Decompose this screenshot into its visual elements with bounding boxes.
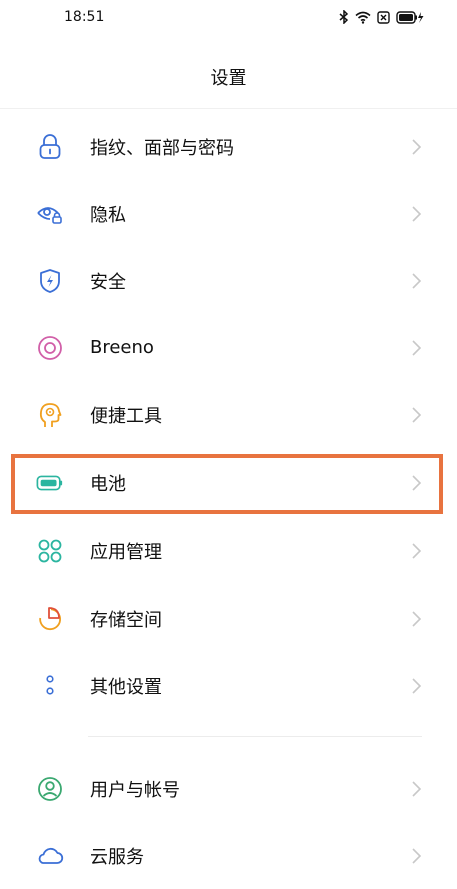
settings-item-security-password[interactable]: 指纹、面部与密码 (0, 113, 457, 180)
highlight-box (11, 454, 443, 514)
sim-x-icon (377, 10, 390, 24)
page-title: 设置 (210, 68, 247, 89)
settings-item-label: 用户与帐号 (90, 779, 180, 801)
settings-item-label: 其他设置 (90, 676, 162, 698)
status-time: 18:51 (64, 9, 105, 25)
cloud-icon (36, 842, 64, 870)
settings-item-label: 安全 (90, 271, 126, 293)
settings-item-label: 隐私 (90, 204, 126, 226)
settings-item-label: 存储空间 (90, 609, 162, 631)
settings-item-label: 指纹、面部与密码 (90, 137, 234, 159)
chevron-right-icon (410, 610, 422, 628)
lock-icon (36, 133, 64, 161)
settings-item-users-accounts[interactable]: 用户与帐号 (0, 755, 457, 822)
settings-item-label: Breeno (90, 337, 154, 358)
chevron-right-icon (410, 339, 422, 357)
shield-icon (36, 267, 64, 295)
chevron-right-icon (410, 542, 422, 560)
apps-icon (36, 537, 64, 565)
settings-item-privacy[interactable]: 隐私 (0, 180, 457, 247)
settings-item-convenience-tools[interactable]: 便捷工具 (0, 381, 457, 448)
settings-item-breeno[interactable]: Breeno (0, 314, 457, 381)
breeno-icon (36, 334, 64, 362)
status-bar: 18:51 (0, 0, 457, 36)
bluetooth-icon (339, 10, 349, 24)
privacy-eye-icon (36, 200, 64, 228)
settings-item-label: 云服务 (90, 846, 144, 868)
wifi-icon (355, 11, 371, 24)
chevron-right-icon (410, 138, 422, 156)
chevron-right-icon (410, 205, 422, 223)
battery-charging-icon (396, 10, 424, 24)
settings-item-other[interactable]: 其他设置 (0, 652, 457, 719)
chevron-right-icon (410, 406, 422, 424)
chevron-right-icon (410, 847, 422, 865)
storage-pie-icon (36, 605, 64, 633)
settings-item-storage[interactable]: 存储空间 (0, 585, 457, 652)
settings-item-app-management[interactable]: 应用管理 (0, 517, 457, 584)
settings-item-safety[interactable]: 安全 (0, 247, 457, 314)
more-dots-icon (36, 672, 64, 700)
section-divider (88, 736, 422, 737)
status-icons (339, 10, 424, 24)
settings-item-label: 便捷工具 (90, 405, 162, 427)
chevron-right-icon (410, 780, 422, 798)
chevron-right-icon (410, 677, 422, 695)
tools-head-icon (36, 401, 64, 429)
settings-item-label: 应用管理 (90, 541, 162, 563)
settings-item-cloud-service[interactable]: 云服务 (0, 822, 457, 889)
chevron-right-icon (410, 272, 422, 290)
user-icon (36, 775, 64, 803)
header-divider (0, 108, 457, 109)
